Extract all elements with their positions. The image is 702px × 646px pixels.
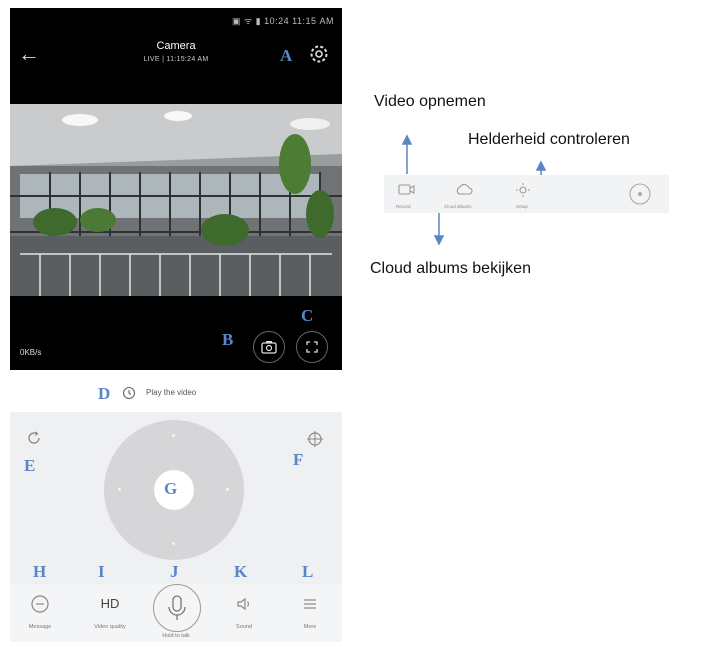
more-button[interactable]: More bbox=[282, 584, 338, 642]
toolbar-label: Video quality bbox=[94, 624, 126, 630]
callout-letter-h: H bbox=[33, 562, 47, 581]
play-video-link[interactable]: Play the video bbox=[146, 388, 196, 397]
mini-toolbar: Record Cloud albums Setup bbox=[384, 175, 669, 213]
video-record-icon[interactable] bbox=[398, 183, 416, 197]
toolbar-label: More bbox=[303, 624, 317, 630]
toolbar-label: Hold to talk bbox=[162, 633, 190, 639]
hd-icon: HD bbox=[100, 596, 120, 611]
snapshot-button[interactable] bbox=[253, 331, 285, 363]
target-icon[interactable] bbox=[306, 430, 324, 448]
status-text: ▣ ᯤ ▮ 10:24 11:15 AM bbox=[231, 16, 334, 26]
camera-live-panel: ▣ ᯤ ▮ 10:24 11:15 AM ← Camera LIVE | 11:… bbox=[10, 8, 342, 370]
back-arrow-icon[interactable]: ← bbox=[18, 42, 42, 66]
pan-down-indicator[interactable] bbox=[172, 542, 175, 545]
gear-icon[interactable] bbox=[307, 42, 331, 66]
fullscreen-button[interactable] bbox=[296, 331, 328, 363]
callout-letter-g: G bbox=[164, 479, 178, 498]
status-bar: ▣ ᯤ ▮ 10:24 11:15 AM bbox=[10, 8, 342, 30]
callout-letter-i: I bbox=[98, 562, 105, 581]
sound-button[interactable]: Sound bbox=[216, 584, 272, 642]
annotation-record: Video opnemen bbox=[374, 93, 486, 110]
live-video-feed[interactable] bbox=[10, 104, 342, 296]
microphone-icon bbox=[168, 595, 186, 620]
callout-letter-j: J bbox=[170, 562, 179, 581]
pan-right-indicator[interactable] bbox=[226, 488, 229, 491]
mini-label-record: Record bbox=[396, 204, 411, 209]
callout-letter-b: B bbox=[222, 330, 234, 349]
pan-up-indicator[interactable] bbox=[172, 434, 175, 437]
page-title: Camera bbox=[156, 40, 196, 52]
pan-left-indicator[interactable] bbox=[118, 488, 121, 491]
message-icon bbox=[31, 595, 49, 613]
menu-icon bbox=[304, 599, 316, 609]
replay-icon[interactable] bbox=[122, 386, 136, 400]
ptz-control-panel: E F G H I J K L Message HD Video quality… bbox=[10, 412, 342, 642]
brightness-icon[interactable] bbox=[514, 182, 532, 198]
cloud-icon[interactable] bbox=[454, 183, 474, 197]
speaker-icon bbox=[237, 597, 249, 611]
toolbar-label: Sound bbox=[236, 624, 252, 630]
add-icon[interactable] bbox=[628, 182, 652, 206]
camera-icon bbox=[261, 341, 277, 354]
callout-letter-c: C bbox=[301, 306, 314, 325]
live-timestamp: LIVE | 11:15:24 AM bbox=[143, 56, 209, 63]
callout-letter-l: L bbox=[302, 562, 314, 581]
hold-to-talk-button[interactable] bbox=[153, 584, 201, 632]
callout-letter-e: E bbox=[24, 456, 36, 475]
fullscreen-icon bbox=[306, 341, 318, 353]
mini-label-setup: Setup bbox=[516, 204, 528, 209]
mini-label-cloud: Cloud albums bbox=[444, 204, 472, 209]
video-quality-button[interactable]: HD Video quality bbox=[82, 584, 138, 642]
direction-pad[interactable]: G bbox=[104, 420, 244, 560]
annotation-cloud: Cloud albums bekijken bbox=[370, 260, 531, 277]
message-button[interactable]: Message bbox=[12, 584, 68, 642]
bottom-toolbar: Message HD Video quality Hold to talk So… bbox=[10, 584, 342, 642]
callout-letter-a: A bbox=[280, 46, 293, 65]
rotate-icon[interactable] bbox=[26, 430, 42, 446]
bitrate-readout: 0KB/s bbox=[20, 348, 42, 357]
callout-letter-d: D bbox=[98, 384, 111, 403]
callout-letter-f: F bbox=[293, 450, 304, 469]
toolbar-label: Message bbox=[28, 624, 52, 630]
callout-letter-k: K bbox=[234, 562, 248, 581]
direction-pad-center[interactable]: G bbox=[154, 470, 194, 510]
